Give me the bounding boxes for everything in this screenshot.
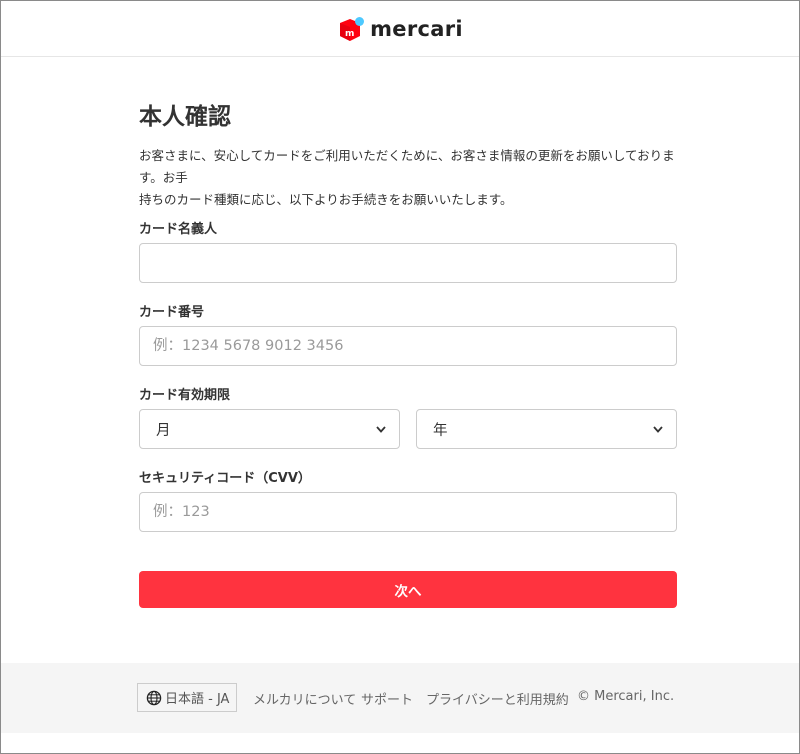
site-footer: 日本語 - JA メルカリについて サポート プライバシーと利用規約 © Mer… bbox=[1, 663, 799, 733]
globe-icon bbox=[146, 690, 162, 705]
intro-line: 持ちのカード種類に応じ、以下よりお手続きをお願いいたします。 bbox=[139, 192, 513, 207]
expiry-month-value: 月 bbox=[156, 422, 171, 439]
copyright-text: © Mercari, Inc. bbox=[577, 689, 675, 704]
mercari-box-icon: m bbox=[340, 16, 365, 41]
next-button[interactable]: 次へ bbox=[139, 571, 677, 608]
page-title: 本人確認 bbox=[139, 104, 231, 130]
footer-link-support[interactable]: サポート bbox=[361, 689, 413, 708]
expiry-label: カード有効期限 bbox=[139, 388, 231, 403]
expiry-year-select[interactable]: 年 bbox=[416, 409, 677, 449]
card-number-input[interactable] bbox=[139, 326, 677, 366]
intro-text: お客さまに、安心してカードをご利用いただくために、お客さま情報の更新をお願いして… bbox=[139, 145, 677, 211]
language-label: 日本語 - JA bbox=[165, 692, 230, 707]
expiry-month-select[interactable]: 月 bbox=[139, 409, 400, 449]
chevron-down-icon bbox=[376, 426, 386, 433]
browser-page: m mercari 本人確認 お客さまに、安心してカードをご利用いただくために、… bbox=[0, 0, 800, 754]
intro-line: お客さまに、安心してカードをご利用いただくために、お客さま情報の更新をお願いして… bbox=[139, 148, 675, 185]
footer-link-about[interactable]: メルカリについて bbox=[253, 689, 356, 708]
cvv-label: セキュリティコード（CVV） bbox=[139, 471, 311, 486]
logo-mark: m bbox=[345, 29, 354, 39]
cvv-input[interactable] bbox=[139, 492, 677, 532]
logo-text: mercari bbox=[370, 16, 463, 41]
mercari-logo[interactable]: m mercari bbox=[337, 16, 463, 42]
card-name-label: カード名義人 bbox=[139, 222, 218, 237]
expiry-year-value: 年 bbox=[433, 422, 448, 439]
footer-link-privacy-terms[interactable]: プライバシーと利用規約 bbox=[426, 689, 569, 708]
card-number-label: カード番号 bbox=[139, 305, 205, 320]
language-selector[interactable]: 日本語 - JA bbox=[137, 683, 238, 712]
site-header: m mercari bbox=[1, 1, 799, 57]
chevron-down-icon bbox=[653, 426, 663, 433]
card-name-input[interactable] bbox=[139, 243, 677, 283]
